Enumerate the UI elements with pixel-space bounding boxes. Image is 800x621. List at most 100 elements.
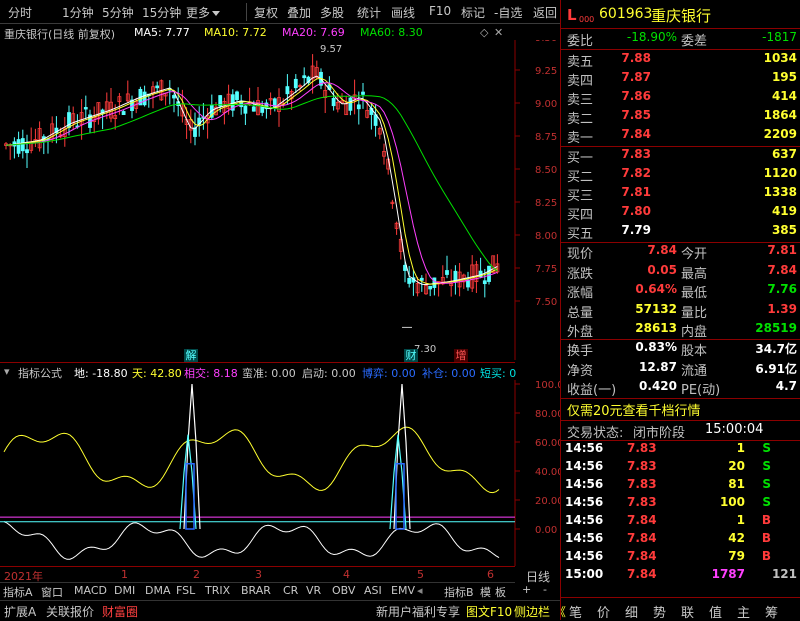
toolbar-5min[interactable]: 5分钟	[102, 4, 134, 21]
stat-value: 1.39	[767, 301, 797, 316]
side-tab[interactable]: 联	[681, 602, 694, 621]
ask-row[interactable]: 卖一 7.84 2209	[561, 127, 800, 146]
candle-body	[302, 75, 307, 79]
stat-label: 最高	[681, 266, 708, 282]
toolbar-overlay[interactable]: 叠加	[287, 4, 311, 21]
bid-row[interactable]: 买三 7.81 1338	[561, 185, 800, 204]
tab-trix[interactable]: TRIX	[205, 584, 230, 597]
side-tab[interactable]: 值	[709, 602, 722, 621]
ask-row[interactable]: 卖五 7.88 1034	[561, 51, 800, 70]
tab-dmi[interactable]: DMI	[114, 584, 135, 597]
toolbar-1min[interactable]: 1分钟	[62, 4, 94, 21]
event-marker-finance[interactable]: 财	[404, 349, 418, 362]
tick-price: 7.84	[627, 513, 657, 527]
toolbar-multi-stock[interactable]: 多股	[320, 4, 344, 21]
side-tab[interactable]: 价	[597, 602, 610, 621]
add-window-button[interactable]: +	[522, 583, 531, 596]
tab-vr[interactable]: VR	[306, 584, 321, 597]
toolbar-fuquan[interactable]: 复权	[254, 4, 278, 21]
tab-template[interactable]: 模	[480, 584, 491, 600]
tab-indicator-b[interactable]: 指标B	[444, 584, 474, 600]
f10-link[interactable]: 图文F10	[466, 603, 512, 620]
toolbar-f10[interactable]: F10	[429, 4, 451, 18]
ask-price: 7.87	[621, 70, 651, 84]
price-tick-label: 9.00	[535, 99, 557, 110]
tab-asi[interactable]: ASI	[364, 584, 382, 597]
candle-body	[428, 285, 433, 290]
tab-extend-a[interactable]: 扩展A	[4, 603, 36, 620]
sidebar-toggle[interactable]: 侧边栏 《	[514, 603, 566, 620]
toolbar-mark[interactable]: 标记	[461, 4, 485, 21]
bid-row[interactable]: 买一 7.83 637	[561, 147, 800, 166]
stat-row: 总量 57132 量比 1.39	[561, 302, 800, 321]
tick-time: 14:56	[565, 531, 604, 545]
ask-volume: 1034	[763, 51, 797, 65]
side-tab[interactable]: 势	[653, 602, 666, 621]
time-axis: 2021年 1 2 3 4 5 6 日线	[0, 566, 560, 584]
diamond-icon[interactable]: ◇	[480, 26, 488, 39]
weicha-label: 委差	[681, 34, 708, 49]
tab-fsl[interactable]: FSL	[176, 584, 195, 597]
promo-row[interactable]: 仅需20元查看千档行情	[561, 400, 800, 420]
toolbar-back[interactable]: 返回	[533, 4, 557, 21]
bid-row[interactable]: 买二 7.82 1120	[561, 166, 800, 185]
toolbar-watchlist[interactable]: -自选	[494, 4, 522, 21]
tick-direction: S	[762, 495, 771, 509]
side-tabs: 笔价细势联值主筹	[561, 599, 800, 621]
tab-scroll-left-icon[interactable]: ◂	[417, 584, 423, 597]
bid-price: 7.82	[621, 166, 651, 180]
stat-label: 量比	[681, 305, 708, 321]
time-axis-month: 5	[417, 568, 424, 581]
tab-board[interactable]: 板	[495, 584, 506, 600]
side-tab[interactable]: 筹	[765, 602, 778, 621]
tab-emv[interactable]: EMV	[391, 584, 415, 597]
time-axis-month: 6	[487, 568, 494, 581]
candle-body	[361, 91, 365, 95]
bid-volume: 385	[771, 223, 797, 237]
ask-label: 卖五	[567, 55, 594, 70]
tick-time: 14:56	[565, 513, 604, 527]
indicator-dropdown-icon[interactable]: ▾	[4, 365, 10, 378]
candle-body	[466, 279, 470, 288]
stat-value: 0.64%	[635, 282, 677, 296]
side-tab[interactable]: 笔	[569, 602, 582, 621]
indicator-name[interactable]: 指标公式	[18, 365, 62, 381]
close-icon[interactable]: ✕	[494, 26, 503, 39]
ask-row[interactable]: 卖三 7.86 414	[561, 89, 800, 108]
event-marker-unlock[interactable]: 解	[184, 349, 198, 362]
event-marker-increase[interactable]: 增	[454, 349, 468, 362]
time-axis-month: 3	[255, 568, 262, 581]
bid-row[interactable]: 买四 7.80 419	[561, 204, 800, 223]
tab-dma[interactable]: DMA	[145, 584, 171, 597]
tab-window[interactable]: 窗口	[41, 584, 63, 600]
toolbar-statistics[interactable]: 统计	[357, 4, 381, 21]
ask-row[interactable]: 卖四 7.87 195	[561, 70, 800, 89]
tab-indicator-a[interactable]: 指标A	[3, 584, 33, 600]
side-tab[interactable]: 细	[625, 602, 638, 621]
price-tick-label: 8.50	[535, 165, 557, 176]
ask-row[interactable]: 卖二 7.85 1864	[561, 108, 800, 127]
tab-related-quotes[interactable]: 关联报价	[46, 603, 94, 620]
indicator-jingzhun: 蛮准: 0.00	[242, 367, 296, 380]
candle-body	[155, 85, 160, 89]
tab-obv[interactable]: OBV	[332, 584, 355, 597]
candle-body	[407, 277, 412, 284]
indicator-qidong: 启动: 0.00	[302, 367, 356, 380]
bid-row[interactable]: 买五 7.79 385	[561, 223, 800, 242]
toolbar-15min[interactable]: 15分钟	[142, 4, 181, 21]
new-user-promo-link[interactable]: 新用户福利专享	[376, 603, 460, 620]
tab-macd[interactable]: MACD	[74, 584, 107, 597]
toolbar-more[interactable]: 更多	[186, 4, 221, 21]
side-tab[interactable]: 主	[737, 602, 750, 621]
promo-text[interactable]: 仅需20元查看千档行情	[567, 400, 701, 419]
stock-code: 601963	[599, 6, 653, 22]
remove-window-button[interactable]: -	[543, 583, 547, 596]
tab-brar[interactable]: BRAR	[241, 584, 271, 597]
margin-flag-sub: 000	[579, 15, 595, 24]
tab-wealth-circle[interactable]: 财富圈	[102, 603, 138, 620]
tab-cr[interactable]: CR	[283, 584, 298, 597]
toolbar-draw-line[interactable]: 画线	[391, 4, 415, 21]
toolbar-intraday[interactable]: 分时	[8, 4, 32, 21]
tick-time: 14:56	[565, 477, 604, 491]
tick-price: 7.84	[627, 567, 657, 581]
